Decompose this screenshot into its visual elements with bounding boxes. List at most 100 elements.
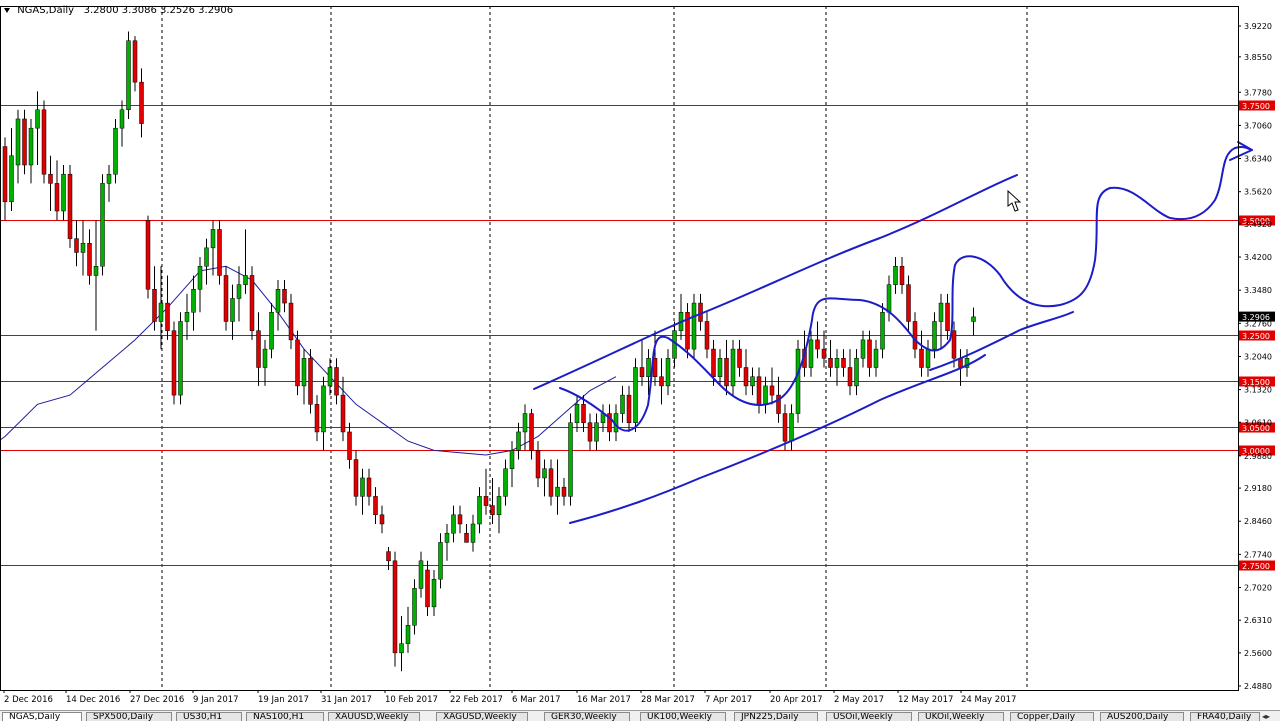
candle-body <box>386 551 391 562</box>
candle-body <box>477 496 482 525</box>
x-tick-label: 6 Mar 2017 <box>512 695 560 705</box>
candle-body <box>899 266 905 285</box>
candle-body <box>132 40 138 83</box>
candle-body <box>470 523 476 543</box>
candle-body <box>256 330 261 368</box>
candle-body <box>938 302 944 322</box>
candle <box>145 215 151 299</box>
candle-body <box>880 312 885 350</box>
candle-body <box>561 486 567 497</box>
price-chart[interactable]: 3.75003.50003.25003.15003.05003.00002.75… <box>0 0 1280 720</box>
y-tick-label: 2.7740 <box>1244 550 1272 559</box>
candle <box>392 551 398 667</box>
candle-body <box>821 348 827 359</box>
level-label-6: 2.7500 <box>1242 562 1270 571</box>
candle <box>41 100 47 184</box>
candle-body <box>113 127 118 175</box>
candle-body <box>496 496 502 516</box>
candle-body <box>308 358 313 405</box>
y-tick-label: 3.3480 <box>1244 286 1272 295</box>
candle-body <box>243 275 248 285</box>
candle-body <box>763 385 768 405</box>
candle-body <box>67 173 73 239</box>
y-tick-label: 2.6310 <box>1244 616 1272 625</box>
chart-title: NGAS,Daily 3.2800 3.3086 3.2526 3.2906 <box>4 5 233 19</box>
x-tick-label: 24 May 2017 <box>961 695 1016 705</box>
candle-body <box>295 339 300 387</box>
y-tick-label: 3.9220 <box>1244 22 1272 31</box>
candle-body <box>438 542 443 580</box>
y-tick-label: 3.6340 <box>1244 155 1272 164</box>
candle-body <box>191 289 196 313</box>
candle-body <box>100 183 105 267</box>
candle <box>223 266 229 331</box>
x-tick-label: 19 Jan 2017 <box>258 695 309 705</box>
candle-body <box>210 229 216 249</box>
candle-body <box>906 284 911 322</box>
candle-body <box>236 284 242 299</box>
candle-body <box>119 109 125 129</box>
candle-body <box>704 321 710 350</box>
candle-body <box>87 242 92 276</box>
candle-body <box>230 298 235 322</box>
candle-body <box>815 339 820 350</box>
x-tick-label: 2 Dec 2016 <box>4 695 53 705</box>
candle-body <box>633 367 638 423</box>
candle-body <box>340 394 346 433</box>
candle-body <box>353 459 359 497</box>
collapse-triangle-icon[interactable] <box>4 7 10 13</box>
candle-body <box>184 312 190 322</box>
level-label-2: 3.2500 <box>1242 332 1270 341</box>
candle <box>691 293 697 359</box>
candle-body <box>717 358 723 377</box>
candle-body <box>74 238 79 253</box>
candle-body <box>15 118 21 166</box>
candle-body <box>314 404 320 433</box>
candle <box>178 312 183 405</box>
candle-body <box>626 394 632 423</box>
candle-body <box>223 275 229 322</box>
candle-body <box>171 330 177 396</box>
candle-body <box>347 431 352 460</box>
candle-body <box>769 385 775 396</box>
candle-body <box>165 302 170 331</box>
y-tick-label: 3.4920 <box>1244 220 1272 229</box>
candle-body <box>490 505 495 516</box>
candle-body <box>405 624 411 644</box>
candle-body <box>529 413 534 451</box>
candle-body <box>334 367 339 396</box>
candle-body <box>516 431 521 451</box>
candle-body <box>106 173 112 184</box>
candle-body <box>275 289 281 313</box>
candle-body <box>665 358 671 387</box>
candle <box>795 339 801 423</box>
candle-body <box>750 376 755 387</box>
candle-body <box>951 330 957 359</box>
candle-body <box>282 289 287 304</box>
chart-window[interactable]: 3.7500 3.5000 3.2500 3.1500 3.0500 3.0000 2.75… <box>0 0 1280 721</box>
candle-body <box>464 532 469 543</box>
candle-body <box>795 348 801 414</box>
y-tick-label: 2.7020 <box>1244 584 1272 593</box>
candle-body <box>327 367 333 387</box>
candle <box>308 349 313 414</box>
chart-symbol: NGAS,Daily <box>17 5 75 16</box>
candle-body <box>399 643 404 654</box>
candle-body <box>249 275 255 331</box>
candle-body <box>860 339 866 359</box>
candle-body <box>54 183 60 212</box>
y-tick-label: 3.0610 <box>1244 418 1272 427</box>
y-tick-label: 3.7780 <box>1244 88 1272 97</box>
candle-body <box>61 173 66 212</box>
y-tick-label: 2.9180 <box>1244 484 1272 493</box>
candle-body <box>854 358 859 387</box>
candle-body <box>451 514 456 534</box>
x-tick-label: 22 Feb 2017 <box>450 695 503 705</box>
x-tick-label: 7 Apr 2017 <box>705 695 752 705</box>
candle <box>295 330 300 396</box>
candle-body <box>366 477 372 497</box>
candle-body <box>483 496 489 506</box>
current-price-label: 3.2906 <box>1242 313 1270 322</box>
candle-body <box>873 348 879 368</box>
candle-body <box>587 422 593 442</box>
